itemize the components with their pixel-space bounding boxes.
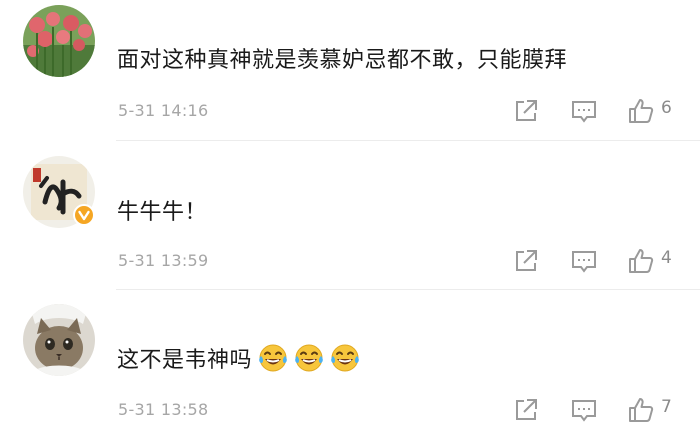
comment-item: 面对这种真神就是羡慕妒忌都不敢，只能膜拜 5-31 14:16 6 — [0, 0, 700, 141]
comment-item: 牛牛牛！ 5-31 13:59 4 — [0, 141, 700, 290]
comment-text-body: 这不是韦神吗 — [117, 348, 253, 373]
comment-text: 面对这种真神就是羡慕妒忌都不敢，只能膜拜 — [117, 48, 568, 73]
avatar[interactable] — [23, 304, 95, 376]
comment-actions: 7 — [0, 396, 700, 424]
comment-actions: 6 — [0, 97, 700, 125]
like-count: 4 — [661, 248, 672, 268]
share-icon[interactable] — [512, 247, 540, 275]
share-icon[interactable] — [512, 396, 540, 424]
like-count: 6 — [661, 98, 672, 118]
like-count: 7 — [661, 397, 672, 417]
reply-icon[interactable] — [570, 97, 598, 125]
comment-text: 牛牛牛！ — [117, 200, 208, 225]
share-icon[interactable] — [512, 97, 540, 125]
comment-feed: 面对这种真神就是羡慕妒忌都不敢，只能膜拜 5-31 14:16 6 牛牛牛！ 5… — [0, 0, 700, 428]
laughing-crying-emoji-icon — [330, 343, 360, 373]
comment-text: 这不是韦神吗 — [117, 343, 360, 376]
comment-item: 这不是韦神吗 5-31 13:58 7 — [0, 290, 700, 428]
like-icon[interactable] — [627, 396, 655, 424]
verified-badge-icon — [73, 204, 95, 226]
like-icon[interactable] — [627, 247, 655, 275]
avatar[interactable] — [23, 5, 95, 77]
reply-icon[interactable] — [570, 396, 598, 424]
laughing-crying-emoji-icon — [258, 343, 288, 373]
laughing-crying-emoji-icon — [294, 343, 324, 373]
reply-icon[interactable] — [570, 247, 598, 275]
comment-actions: 4 — [0, 247, 700, 275]
like-icon[interactable] — [627, 97, 655, 125]
